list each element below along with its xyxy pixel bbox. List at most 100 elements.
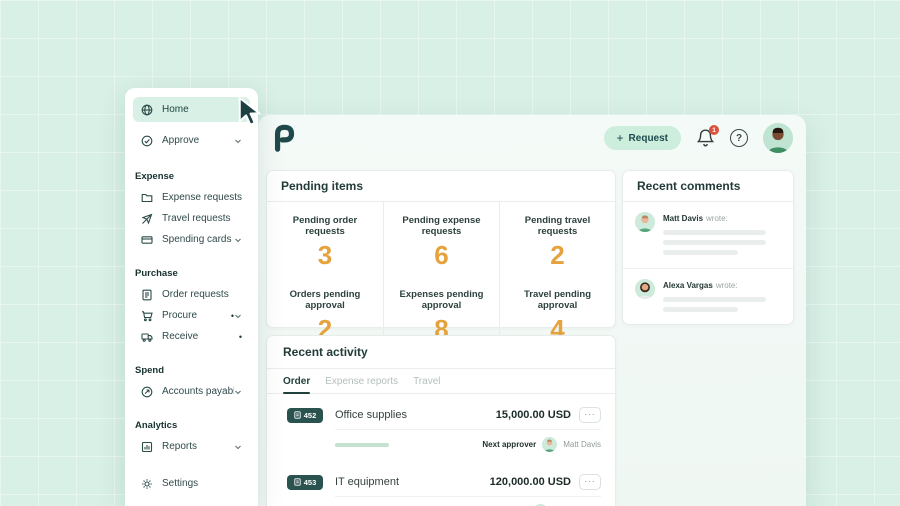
sidebar-section-title: Expense (135, 171, 175, 182)
stat-value: 2 (550, 240, 565, 270)
stat-label: Pending expense requests (402, 215, 481, 237)
tab-order[interactable]: Order (283, 369, 311, 394)
sidebar-item-label: Settings (162, 478, 199, 489)
row-divider (335, 496, 601, 497)
activity-item-title: IT equipment (335, 476, 400, 488)
row-menu-button[interactable]: ··· (579, 474, 601, 490)
payment-circle-icon (141, 386, 153, 398)
commenter-avatar (635, 212, 655, 232)
comment-item[interactable]: Alexa Vargas wrote: (623, 269, 793, 325)
notification-count-badge: 1 (709, 125, 719, 135)
payhawk-logo (274, 124, 295, 152)
comment-skeleton-line (663, 250, 738, 255)
notifications-button[interactable]: 1 (696, 125, 719, 148)
progress-bar (335, 442, 389, 447)
folder-icon (141, 192, 153, 204)
stat-label: Expenses pending approval (399, 288, 484, 311)
chevron-down-icon (234, 137, 242, 145)
stat-pending-order-requests[interactable]: Pending order requests 3 (267, 202, 383, 276)
comment-item[interactable]: Matt Davis wrote: (623, 202, 793, 269)
sidebar-item-spending-cards[interactable]: Spending cards (133, 229, 250, 250)
sidebar-section-title: Spend (135, 365, 165, 376)
user-avatar[interactable] (763, 123, 793, 153)
check-circle-icon (141, 135, 153, 147)
stat-label: Travel pending approval (523, 288, 592, 311)
comment-author: Alexa Vargas (663, 281, 713, 290)
sidebar-item-travel-requests[interactable]: Travel requests (133, 208, 250, 229)
pending-items-title: Pending items (267, 171, 615, 202)
comment-action: wrote: (706, 214, 728, 223)
request-id-badge: 453 (287, 474, 323, 490)
activity-row[interactable]: 453 IT equipment 120,000.00 USD ··· Next… (267, 461, 615, 506)
stat-value: 6 (434, 240, 449, 270)
comment-skeleton-line (663, 230, 766, 235)
request-id-badge: 452 (287, 407, 323, 423)
sidebar-item-procure[interactable]: Procure • (133, 305, 250, 326)
sidebar-item-reports[interactable]: Reports (133, 436, 250, 457)
stat-label: Pending order requests (292, 215, 358, 237)
request-id: 452 (303, 410, 317, 420)
pending-items-grid: Pending order requests 3 Pending expense… (267, 202, 615, 350)
invoice-icon (141, 289, 153, 301)
sidebar-item-home[interactable]: Home (133, 97, 250, 122)
activity-tabs: Order Expense reports Travel (267, 369, 615, 394)
help-button[interactable]: ? (730, 129, 748, 147)
sidebar-item-label: Procure (162, 310, 198, 321)
sidebar-item-label: Receive (162, 331, 199, 342)
comment-skeleton-line (663, 240, 766, 245)
sidebar-item-approve[interactable]: Approve (133, 128, 250, 153)
sidebar-item-accounts-payable[interactable]: Accounts payable (133, 381, 250, 402)
report-icon (141, 441, 153, 453)
sidebar-section-title: Purchase (135, 268, 178, 279)
row-divider (335, 429, 601, 430)
pending-items-card: Pending items Pending order requests 3 P… (266, 170, 616, 350)
activity-item-amount: 15,000.00 USD (495, 409, 571, 421)
globe-icon (141, 104, 153, 116)
request-button[interactable]: + Request (603, 126, 681, 150)
plane-icon (141, 213, 153, 225)
sidebar-item-receive[interactable]: Receive • (133, 326, 250, 347)
recent-comments-title: Recent comments (623, 171, 793, 202)
question-mark-icon: ? (735, 132, 743, 144)
sidebar-section-title: Analytics (135, 420, 178, 431)
stat-value: 3 (317, 240, 333, 270)
sidebar-item-label: Reports (162, 441, 198, 452)
tab-travel[interactable]: Travel (413, 369, 440, 393)
stat-label: Orders pending approval (289, 288, 361, 311)
chevron-down-icon (234, 236, 242, 244)
recent-comments-card: Recent comments Matt Davis wrote: Alexa … (622, 170, 794, 325)
sidebar-item-label: Accounts payable (162, 386, 234, 397)
gear-icon (141, 478, 153, 490)
sidebar-item-label: Home (162, 104, 189, 115)
top-bar-actions: + Request 1 ? (603, 123, 793, 153)
activity-row[interactable]: 452 Office supplies 15,000.00 USD ··· Ne… (267, 394, 615, 461)
sidebar-item-label: Spending cards (162, 234, 232, 245)
top-bar: + Request 1 ? (258, 115, 806, 161)
tab-expense-reports[interactable]: Expense reports (325, 369, 398, 393)
sidebar-item-settings[interactable]: Settings (133, 473, 250, 494)
sidebar: Home Approve Expense Expense requests Tr… (125, 88, 258, 506)
recent-activity-title: Recent activity (267, 336, 615, 369)
stat-pending-travel-requests[interactable]: Pending travel requests 2 (499, 202, 615, 276)
approver-avatar (542, 437, 558, 452)
sidebar-item-label: Travel requests (162, 213, 231, 224)
cart-icon (141, 310, 153, 322)
comment-action: wrote: (715, 281, 738, 290)
activity-item-amount: 120,000.00 USD (489, 476, 571, 488)
sidebar-item-order-requests[interactable]: Order requests (133, 284, 250, 305)
comment-skeleton-line (663, 297, 766, 302)
chevron-down-icon (234, 312, 242, 320)
comment-skeleton-line (663, 307, 738, 312)
stat-pending-expense-requests[interactable]: Pending expense requests 6 (383, 202, 499, 276)
approver-name: Matt Davis (563, 440, 601, 449)
sidebar-item-label: Approve (162, 135, 200, 146)
chevron-down-icon (234, 388, 242, 396)
notification-dot: • (238, 331, 242, 342)
document-icon (294, 478, 301, 486)
main-panel: + Request 1 ? Pending items Pending orde… (258, 115, 806, 506)
truck-icon (141, 331, 153, 343)
commenter-avatar (635, 279, 655, 299)
sidebar-item-expense-requests[interactable]: Expense requests (133, 187, 250, 208)
row-menu-button[interactable]: ··· (579, 407, 601, 423)
chevron-down-icon (234, 443, 242, 451)
